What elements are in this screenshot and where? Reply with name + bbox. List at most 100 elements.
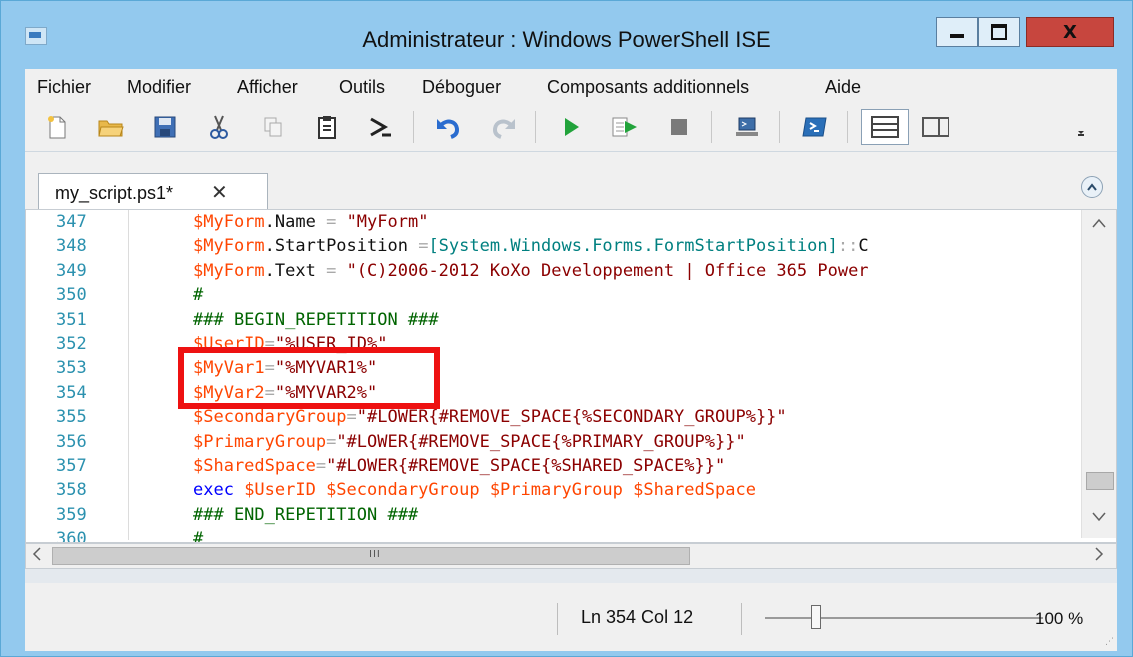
powershell-ise-window: Administrateur : Windows PowerShell ISE … [0,0,1133,657]
scroll-right-icon[interactable] [1094,546,1104,566]
vertical-scroll-thumb[interactable] [1086,472,1114,490]
code-token: .Name [264,212,327,232]
save-icon[interactable] [151,113,179,141]
scroll-left-icon[interactable] [32,546,42,566]
resize-grip-icon[interactable]: ⋰ [1105,637,1114,647]
show-script-pane-right-icon[interactable] [921,113,949,141]
line-number-gutter: 347 348 349 350 351 352 353 354 355 356 357 358 359 3… [26,210,129,543]
code-line[interactable]: ### END_REPETITION ### [193,505,418,525]
line-number: 350 [56,285,87,306]
title-bar[interactable]: Administrateur : Windows PowerShell ISE … [1,1,1132,67]
minimize-icon [950,34,964,38]
code-token: exec [193,480,245,501]
code-line[interactable]: $MyForm.Name = "MyForm" [193,212,428,232]
toolbar-overflow-icon[interactable] [1073,113,1089,141]
line-number: 357 [56,456,87,476]
code-line[interactable]: # [193,285,203,305]
highlight-box [178,347,440,409]
new-file-icon[interactable] [43,113,71,141]
horizontal-scroll-thumb[interactable]: III [52,547,690,565]
close-icon: X [1063,21,1077,43]
code-token: "(C)2006-2012 KoXo Developpement | Offic… [346,260,869,281]
code-line[interactable]: ### BEGIN_REPETITION ### [193,310,439,330]
line-number: 348 [56,236,87,257]
code-line[interactable]: exec $UserID $SecondaryGroup $PrimaryGro… [193,480,756,500]
code-token: $SharedSpace [193,456,316,476]
code-token: ### END_REPETITION ### [193,504,419,525]
line-number: 356 [56,431,87,452]
code-token: $MyForm [193,236,265,257]
collapse-script-pane-icon[interactable] [1081,176,1103,198]
code-line[interactable]: $MyForm.StartPosition =[System.Windows.F… [193,236,869,256]
line-number: 360 [56,529,87,543]
menu-outils[interactable]: Outils [339,77,385,98]
toolbar [25,103,1117,152]
code-token: C [858,236,869,257]
tab-label: my_script.ps1* [55,183,174,203]
code-token: # [193,285,204,306]
toolbar-separator [711,111,712,143]
code-token: "#LOWER{#REMOVE_SPACE{%SECONDARY_GROUP%}… [356,407,787,428]
remote-powershell-icon[interactable] [733,113,761,141]
scroll-grip: III [369,549,381,560]
tab-my-script[interactable]: my_script.ps1* ✕ [38,173,268,209]
undo-icon[interactable] [435,113,463,141]
toolbar-separator [779,111,780,143]
code-token: = [326,260,347,281]
line-number: 355 [56,407,87,428]
code-token: = [326,431,337,452]
toolbar-separator [535,111,536,143]
powershell-console-icon[interactable] [801,113,829,141]
vertical-scrollbar[interactable] [1081,210,1116,538]
pane-splitter[interactable] [25,569,1117,584]
code-token: $SecondaryGroup [193,407,347,428]
code-token: = [326,212,347,232]
code-line[interactable]: # [193,529,203,542]
show-script-pane-top-icon[interactable] [861,109,909,145]
code-token: .Text [264,260,327,281]
line-number: 354 [56,382,87,403]
zoom-slider-track[interactable] [765,617,1043,619]
code-token: = [418,236,429,257]
close-button[interactable]: X [1026,17,1114,47]
code-line[interactable]: $SecondaryGroup="#LOWER{#REMOVE_SPACE{%S… [193,407,787,427]
tab-close-icon[interactable]: ✕ [211,180,228,204]
maximize-button[interactable] [978,17,1020,47]
line-number: 353 [56,358,87,379]
menu-composants-additionnels[interactable]: Composants additionnels [547,77,749,98]
cut-icon[interactable] [205,113,233,141]
menu-deboguer[interactable]: Déboguer [422,77,501,98]
scroll-up-icon[interactable] [1088,216,1110,238]
menu-afficher[interactable]: Afficher [237,77,298,98]
maximize-icon [991,24,1007,40]
menu-aide[interactable]: Aide [825,77,861,98]
paste-icon[interactable] [313,113,341,141]
code-line[interactable]: $SharedSpace="#LOWER{#REMOVE_SPACE{%SHAR… [193,456,725,476]
powershell-prompt-icon[interactable] [367,113,395,141]
code-token: "MyForm" [346,212,429,232]
horizontal-scrollbar[interactable]: III [25,543,1117,569]
menu-fichier[interactable]: Fichier [37,77,91,98]
status-separator [557,603,558,635]
copy-icon[interactable] [259,113,287,141]
run-script-icon[interactable] [557,113,585,141]
zoom-slider-thumb[interactable] [811,605,821,629]
stop-icon[interactable] [665,113,693,141]
minimize-button[interactable] [936,17,978,47]
code-token: .StartPosition [264,236,419,257]
code-token: [System.Windows.Forms.FormStartPosition] [428,236,838,257]
zoom-level: 100 % [1035,609,1084,628]
code-line[interactable]: $PrimaryGroup="#LOWER{#REMOVE_SPACE{%PRI… [193,432,746,452]
scroll-down-icon[interactable] [1088,510,1110,532]
toolbar-separator [847,111,848,143]
code-token: :: [837,236,859,257]
menu-modifier[interactable]: Modifier [127,77,191,98]
code-token: $MyForm [193,260,265,281]
code-line[interactable]: $MyForm.Text = "(C)2006-2012 KoXo Develo… [193,261,869,281]
open-folder-icon[interactable] [97,113,125,141]
redo-icon[interactable] [489,113,517,141]
run-selection-icon[interactable] [611,113,639,141]
code-token: "#LOWER{#REMOVE_SPACE{%PRIMARY_GROUP%}}" [336,431,746,452]
line-number: 347 [56,212,87,232]
line-number: 351 [56,309,87,330]
